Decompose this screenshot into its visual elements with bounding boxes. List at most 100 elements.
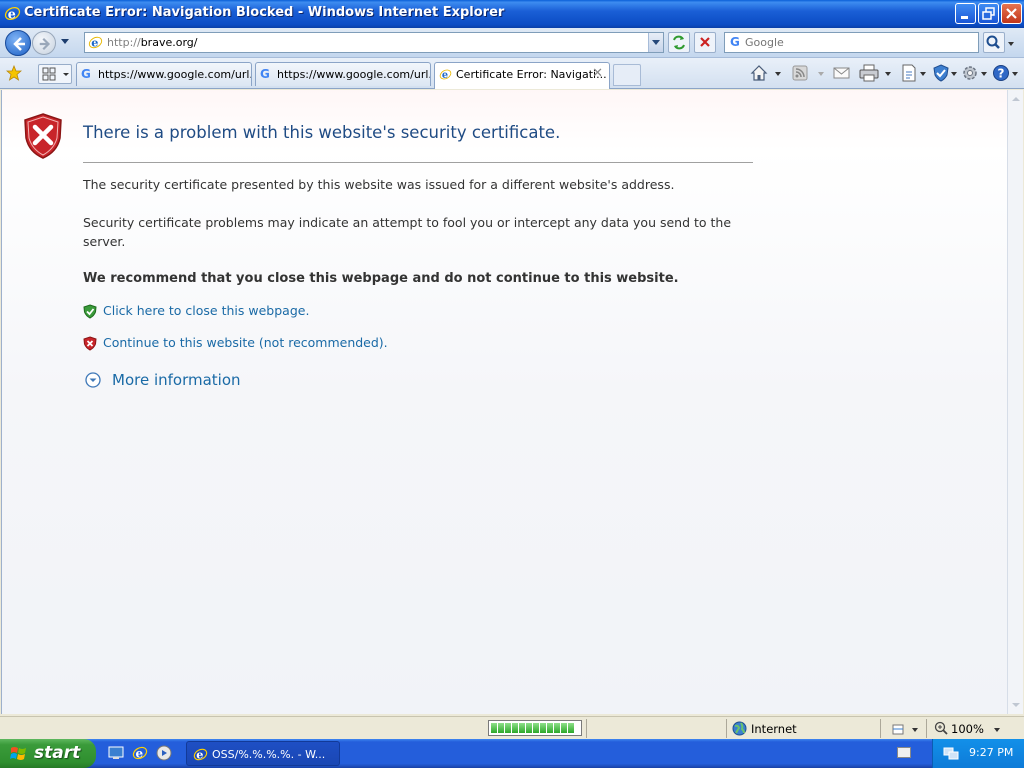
security-zone-label: Internet — [751, 722, 797, 736]
back-arrow-icon — [13, 37, 25, 51]
svg-text:e: e — [442, 70, 448, 81]
read-mail-icon[interactable] — [833, 65, 850, 81]
more-information-toggle[interactable]: More information — [85, 370, 285, 392]
keyboard-layout-icon[interactable] — [897, 747, 911, 758]
refresh-icon — [673, 35, 685, 50]
svg-text:?: ? — [998, 67, 1005, 81]
stop-icon — [700, 37, 710, 47]
ie-quicklaunch-icon[interactable]: e — [132, 745, 148, 761]
progress-block — [512, 723, 518, 733]
feeds-icon[interactable] — [792, 65, 808, 81]
internet-zone-globe-icon — [732, 721, 747, 736]
address-toolbar: e http://brave.org/ G — [0, 28, 1024, 58]
new-tab-button[interactable] — [613, 64, 641, 86]
scroll-up-icon[interactable] — [1009, 92, 1023, 106]
restore-button[interactable] — [978, 3, 999, 24]
search-input[interactable] — [745, 35, 970, 50]
protected-mode-icon[interactable] — [890, 721, 906, 737]
stop-button[interactable] — [694, 32, 716, 53]
home-icon[interactable] — [750, 64, 768, 82]
safety-dropdown[interactable] — [951, 72, 957, 76]
progress-block — [533, 723, 539, 733]
progress-block — [568, 723, 574, 733]
protected-mode-dropdown[interactable] — [912, 728, 918, 732]
close-tab-icon[interactable]: ✕ — [592, 66, 603, 81]
url-text[interactable]: http://brave.org/ — [107, 36, 197, 49]
page-title: There is a problem with this website's s… — [83, 123, 561, 142]
recent-pages-dropdown[interactable] — [61, 39, 69, 44]
close-window-button[interactable] — [1001, 3, 1022, 24]
tools-gear-icon[interactable] — [961, 64, 979, 82]
tab-certificate-error[interactable]: e Certificate Error: Navigati... ✕ — [434, 62, 610, 89]
divider — [83, 162, 753, 163]
taskbar: start e e OSS/%.%.%.%. - W... 9:27 PM — [0, 739, 1024, 768]
continue-link-text[interactable]: Continue to this website (not recommende… — [103, 335, 388, 350]
google-favicon-icon: G — [260, 67, 270, 81]
show-desktop-icon[interactable] — [108, 745, 124, 761]
tab-google-2[interactable]: G https://www.google.com/url... — [255, 62, 431, 86]
progress-block — [561, 723, 567, 733]
quick-tabs-button[interactable] — [38, 64, 72, 84]
search-box[interactable]: G — [724, 32, 979, 53]
error-shield-icon — [24, 113, 62, 159]
ie-tab-icon: e — [439, 69, 452, 81]
svg-text:e: e — [8, 7, 16, 22]
close-icon — [1006, 8, 1017, 19]
help-dropdown[interactable] — [1012, 72, 1018, 76]
tools-dropdown[interactable] — [981, 72, 987, 76]
search-options-dropdown[interactable] — [1008, 42, 1014, 46]
status-divider — [926, 719, 927, 738]
url-host: brave.org/ — [140, 36, 198, 49]
safety-shield-icon[interactable] — [932, 64, 950, 82]
network-status-icon[interactable] — [943, 745, 959, 761]
feeds-dropdown[interactable] — [818, 72, 824, 76]
taskbar-ie-window[interactable]: e OSS/%.%.%.%. - W... — [186, 741, 340, 766]
search-button[interactable] — [983, 32, 1005, 53]
vertical-scrollbar[interactable] — [1007, 90, 1023, 714]
close-webpage-link[interactable]: Click here to close this webpage. — [83, 303, 333, 321]
favorites-star-icon[interactable] — [6, 65, 22, 81]
status-bar: Internet 100% — [0, 716, 1024, 739]
recommendation-text: We recommend that you close this webpage… — [83, 271, 679, 286]
red-shield-x-icon — [83, 336, 97, 351]
print-dropdown[interactable] — [885, 72, 891, 76]
zoom-icon[interactable] — [934, 721, 948, 735]
ie-task-icon: e — [193, 748, 208, 762]
svg-text:e: e — [91, 36, 98, 50]
minimize-icon — [961, 16, 968, 19]
forward-button[interactable] — [32, 31, 56, 55]
print-icon[interactable] — [859, 64, 879, 82]
help-icon[interactable]: ? — [992, 64, 1010, 82]
home-dropdown[interactable] — [775, 72, 781, 76]
minimize-button[interactable] — [955, 3, 976, 24]
close-webpage-link-text[interactable]: Click here to close this webpage. — [103, 303, 309, 318]
address-bar[interactable]: e http://brave.org/ — [84, 32, 664, 53]
windows-logo-icon — [10, 747, 26, 760]
refresh-button[interactable] — [668, 32, 690, 53]
forward-arrow-icon — [39, 37, 51, 51]
status-divider — [726, 719, 727, 738]
quick-tabs-icon — [42, 67, 69, 81]
media-player-icon[interactable] — [156, 745, 172, 761]
window-title: Certificate Error: Navigation Blocked - … — [24, 5, 505, 20]
zoom-level[interactable]: 100% — [951, 722, 984, 736]
page-menu-icon[interactable] — [900, 64, 918, 82]
page-content: There is a problem with this website's s… — [1, 90, 1007, 714]
url-protocol: http:// — [107, 36, 141, 49]
start-button[interactable]: start — [0, 739, 96, 768]
progress-block — [491, 723, 497, 733]
back-button[interactable] — [5, 30, 31, 56]
page-load-progress — [488, 720, 582, 736]
tab-label: Certificate Error: Navigati... — [456, 68, 607, 81]
page-dropdown[interactable] — [920, 72, 926, 76]
more-information-label[interactable]: More information — [112, 371, 241, 389]
address-dropdown[interactable] — [648, 33, 663, 52]
system-tray: 9:27 PM — [932, 739, 1024, 768]
zoom-dropdown[interactable] — [994, 728, 1000, 732]
clock: 9:27 PM — [969, 746, 1014, 759]
page-icon: e — [88, 36, 103, 50]
continue-to-site-link[interactable]: Continue to this website (not recommende… — [83, 335, 403, 353]
scroll-down-icon[interactable] — [1009, 698, 1023, 712]
restore-icon — [982, 7, 995, 20]
tab-google-1[interactable]: G https://www.google.com/url... — [76, 62, 252, 86]
